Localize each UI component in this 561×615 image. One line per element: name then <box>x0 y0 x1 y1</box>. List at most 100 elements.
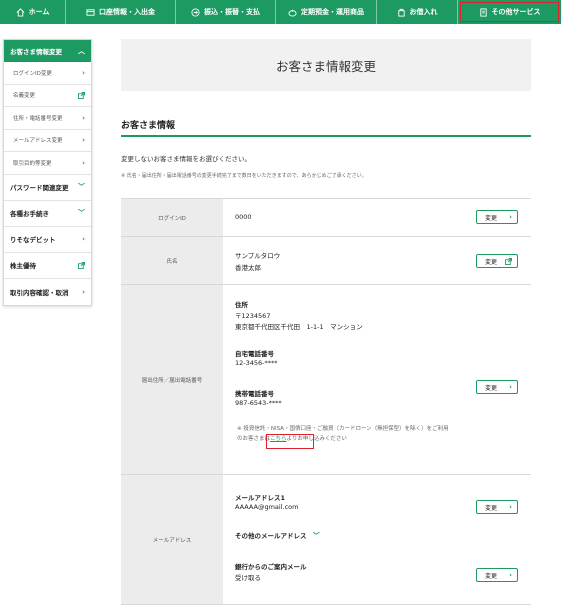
change-bank-mail-button[interactable]: 変更 › <box>476 568 518 582</box>
sidebar-item-transaction-check[interactable]: 取引内容確認・取消 › <box>4 279 91 305</box>
nav-home[interactable]: ホーム <box>0 0 66 24</box>
sidebar-item-password[interactable]: パスワード関連変更 ﹀ <box>4 175 91 201</box>
login-id-value: 0000 <box>235 213 252 221</box>
chevron-down-icon: ﹀ <box>78 183 85 191</box>
nav-deposit[interactable]: 定期預金・運用商品 <box>276 0 377 24</box>
change-email-button[interactable]: 変更 › <box>476 500 518 514</box>
chevron-right-icon: › <box>509 383 512 391</box>
email1-value: AAAAA@gmail.com <box>235 503 299 511</box>
sidebar-item-label: 取引目的等変更 <box>13 160 52 167</box>
section-divider <box>121 135 531 137</box>
chevron-right-icon: › <box>82 113 85 122</box>
chevron-down-icon: ﹀ <box>312 532 320 540</box>
sidebar-item-label: ログインID変更 <box>13 70 52 77</box>
row-label: メールアドレス <box>121 475 223 604</box>
chevron-right-icon: › <box>82 68 85 77</box>
external-link-icon <box>78 91 85 99</box>
chevron-right-icon: › <box>82 158 85 167</box>
sidebar-head-customer-info[interactable]: お客さま情報変更 ︿ <box>4 40 91 62</box>
chevron-right-icon: › <box>82 136 85 145</box>
sidebar-item-address-phone[interactable]: 住所・電話番号変更 › <box>4 107 91 130</box>
nav-account-label: 口座情報・入出金 <box>99 8 155 16</box>
sidebar-item-purpose[interactable]: 取引目的等変更 › <box>4 152 91 175</box>
page-title: お客さま情報変更 <box>121 39 531 91</box>
customer-info-table: ログインID 0000 変更 › 氏名 サンプルタロウ 香港太郎 変更 届出住所… <box>121 198 531 605</box>
row-value: 住所 〒1234567 東京都千代田区千代田 1-1-1 マンション 自宅電話番… <box>223 285 531 474</box>
email1-title: メールアドレス1 <box>235 494 286 502</box>
transfer-icon <box>191 7 200 17</box>
intro-text: 変更しないお客さま情報をお選びください。 <box>121 155 251 163</box>
sidebar-item-shareholder[interactable]: 株主優待 <box>4 253 91 279</box>
chevron-right-icon: › <box>82 235 85 243</box>
bank-mail-value: 受け取る <box>235 574 261 582</box>
zip-code: 〒1234567 <box>235 312 271 320</box>
button-label: 変更 <box>485 504 498 512</box>
chevron-down-icon: ﹀ <box>78 209 85 217</box>
change-login-button[interactable]: 変更 › <box>476 210 518 224</box>
note-line-1: ※ 投資信託・NISA・国債口座・ご融資（カードローン（無担保型）を除く）をご利… <box>237 426 449 432</box>
other-email-label: その他のメールアドレス <box>235 532 307 540</box>
section-title: お客さま情報 <box>121 121 176 131</box>
row-address-phone: 届出住所／届出電話番号 住所 〒1234567 東京都千代田区千代田 1-1-1… <box>121 285 531 475</box>
services-icon <box>479 7 487 17</box>
sidebar-item-label: りそなデビット <box>10 236 56 244</box>
address-title: 住所 <box>235 301 248 309</box>
sidebar-item-name-change[interactable]: 名義変更 <box>4 85 91 107</box>
deposit-icon <box>288 9 297 17</box>
button-label: 変更 <box>485 384 498 392</box>
nav-loan[interactable]: お借入れ <box>377 0 458 24</box>
loan-icon <box>397 8 405 17</box>
button-label: 変更 <box>485 258 498 266</box>
sidebar-item-label: 株主優待 <box>10 262 36 270</box>
bank-mail-title: 銀行からのご案内メール <box>235 563 307 571</box>
name-kanji: 香港太郎 <box>235 264 261 272</box>
nav-account[interactable]: 口座情報・入出金 <box>66 0 176 24</box>
row-name: 氏名 サンプルタロウ 香港太郎 変更 <box>121 237 531 285</box>
address-value: 東京都千代田区千代田 1-1-1 マンション <box>235 323 363 331</box>
nav-deposit-label: 定期預金・運用商品 <box>301 8 364 16</box>
row-value: メールアドレス1 AAAAA@gmail.com 変更 › その他のメールアドレ… <box>223 475 531 604</box>
account-icon <box>86 8 95 16</box>
chevron-right-icon: › <box>509 571 512 579</box>
row-login-id: ログインID 0000 変更 › <box>121 199 531 237</box>
change-address-button[interactable]: 変更 › <box>476 380 518 394</box>
change-name-button[interactable]: 変更 <box>476 254 518 268</box>
button-label: 変更 <box>485 572 498 580</box>
home-icon <box>16 7 25 17</box>
row-email: メールアドレス メールアドレス1 AAAAA@gmail.com 変更 › その… <box>121 475 531 605</box>
other-email-toggle[interactable]: その他のメールアドレス ﹀ <box>235 530 320 541</box>
row-label: 届出住所／届出電話番号 <box>121 285 223 474</box>
sidebar-item-label: メールアドレス変更 <box>13 138 63 145</box>
chevron-right-icon: › <box>509 503 512 511</box>
nav-other-services[interactable]: その他サービス <box>458 0 561 24</box>
nav-loan-label: お借入れ <box>409 8 438 16</box>
chevron-right-icon: › <box>82 287 85 296</box>
chevron-right-icon: › <box>509 213 512 221</box>
external-link-icon <box>505 257 512 265</box>
notice-text: ※ 氏名・届出住所・届出電話番号の変更手続完了まで数日をいただきますので、あらか… <box>121 173 367 179</box>
sidebar-item-email[interactable]: メールアドレス変更 › <box>4 130 91 152</box>
sidebar-item-login-id[interactable]: ログインID変更 › <box>4 62 91 85</box>
sidebar-item-label: 名義変更 <box>13 93 36 100</box>
nav-transfer[interactable]: 振込・振替・支払 <box>176 0 276 24</box>
chevron-up-icon: ︿ <box>78 47 85 55</box>
row-label: ログインID <box>121 199 223 236</box>
home-phone-value: 12-3456-**** <box>235 359 278 367</box>
nav-transfer-label: 振込・振替・支払 <box>204 8 260 16</box>
sidebar: お客さま情報変更 ︿ ログインID変更 › 名義変更 住所・電話番号変更 › メ… <box>3 39 92 306</box>
nav-other-services-label: その他サービス <box>491 8 541 16</box>
highlight-box <box>266 434 314 449</box>
nav-home-label: ホーム <box>28 8 50 16</box>
mobile-phone-title: 携帯電話番号 <box>235 390 274 398</box>
row-value: 0000 変更 › <box>223 199 531 236</box>
name-kana: サンプルタロウ <box>235 252 281 260</box>
row-value: サンプルタロウ 香港太郎 変更 <box>223 237 531 284</box>
sidebar-item-label: 各種お手続き <box>10 210 49 218</box>
mobile-phone-value: 987-6543-**** <box>235 399 282 407</box>
sidebar-head-label: お客さま情報変更 <box>10 48 62 56</box>
sidebar-item-debit[interactable]: りそなデビット › <box>4 227 91 253</box>
sidebar-item-procedures[interactable]: 各種お手続き ﹀ <box>4 201 91 227</box>
row-label: 氏名 <box>121 237 223 284</box>
button-label: 変更 <box>485 214 498 222</box>
sidebar-item-label: 取引内容確認・取消 <box>10 288 69 297</box>
